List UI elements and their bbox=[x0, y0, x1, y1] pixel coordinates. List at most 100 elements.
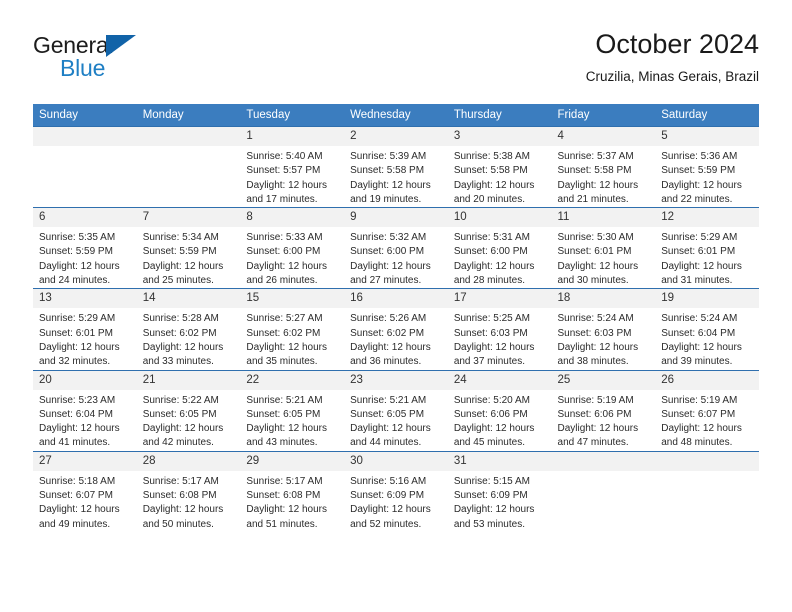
daylight-text: and 53 minutes. bbox=[453, 518, 525, 530]
calendar-day-cell[interactable]: 18 Sunrise: 5:24 AM Sunset: 6:03 PM Dayligh… bbox=[551, 288, 656, 371]
sunrise-text: Sunrise: 5:24 AM bbox=[661, 313, 738, 325]
day-details: Sunrise: 5:30 AM Sunset: 6:01 PM Daylight:… bbox=[552, 227, 656, 288]
day-details: Sunrise: 5:36 AM Sunset: 5:59 PM Daylight:… bbox=[655, 146, 759, 207]
daylight-text: and 52 minutes. bbox=[350, 518, 422, 530]
daylight-text: Daylight: 12 hours bbox=[39, 341, 120, 353]
daylight-text: and 31 minutes. bbox=[661, 275, 733, 287]
calendar-body: 1 Sunrise: 5:40 AM Sunset: 5:57 PM Daylight… bbox=[33, 125, 759, 532]
calendar-day-cell[interactable]: 14 Sunrise: 5:28 AM Sunset: 6:02 PM Dayligh… bbox=[136, 288, 241, 371]
calendar-day-cell[interactable]: 21 Sunrise: 5:22 AM Sunset: 6:05 PM Dayligh… bbox=[136, 369, 241, 452]
sunrise-sunset-calendar: Sunday Monday Tuesday Wednesday Thursday Frid… bbox=[33, 104, 759, 532]
calendar-day-cell[interactable]: 4 Sunrise: 5:37 AM Sunset: 5:58 PM Daylight… bbox=[551, 125, 656, 208]
daylight-text: and 49 minutes. bbox=[39, 518, 111, 530]
day-number: 11 bbox=[551, 208, 656, 228]
sunset-text: Sunset: 6:00 PM bbox=[350, 246, 425, 258]
day-number: 28 bbox=[136, 451, 241, 471]
calendar-day-cell[interactable]: 25 Sunrise: 5:19 AM Sunset: 6:06 PM Dayligh… bbox=[551, 369, 656, 452]
calendar-day-cell[interactable]: 28 Sunrise: 5:17 AM Sunset: 6:08 PM Dayligh… bbox=[136, 450, 241, 532]
calendar-day-cell[interactable]: 31 Sunrise: 5:15 AM Sunset: 6:09 PM Dayligh… bbox=[447, 450, 552, 532]
calendar-day-cell[interactable]: 8 Sunrise: 5:33 AM Sunset: 6:00 PM Daylight… bbox=[240, 207, 345, 289]
daylight-text: Daylight: 12 hours bbox=[453, 179, 535, 191]
day-number: 7 bbox=[136, 208, 241, 228]
calendar-day-cell[interactable]: 23 Sunrise: 5:21 AM Sunset: 6:05 PM Dayligh… bbox=[344, 369, 448, 452]
day-number: 8 bbox=[240, 208, 345, 228]
calendar-day-cell[interactable]: 20 Sunrise: 5:23 AM Sunset: 6:04 PM Dayligh… bbox=[33, 369, 137, 452]
daylight-text: Daylight: 12 hours bbox=[350, 504, 431, 516]
sunrise-text: Sunrise: 5:34 AM bbox=[142, 232, 219, 244]
calendar-day-cell[interactable]: 29 Sunrise: 5:17 AM Sunset: 6:08 PM Dayligh… bbox=[240, 450, 345, 532]
sunset-text: Sunset: 6:01 PM bbox=[557, 246, 632, 258]
calendar-day-cell[interactable]: 15 Sunrise: 5:27 AM Sunset: 6:02 PM Dayligh… bbox=[240, 288, 345, 371]
sunset-text: Sunset: 6:00 PM bbox=[246, 246, 321, 258]
day-details: Sunrise: 5:22 AM Sunset: 6:05 PM Daylight:… bbox=[137, 390, 241, 451]
daylight-text: Daylight: 12 hours bbox=[246, 260, 328, 272]
calendar-day-cell[interactable]: 26 Sunrise: 5:19 AM Sunset: 6:07 PM Dayligh… bbox=[655, 369, 759, 452]
calendar-day-cell[interactable]: 13 Sunrise: 5:29 AM Sunset: 6:01 PM Dayligh… bbox=[33, 288, 137, 371]
day-number: 19 bbox=[655, 289, 759, 309]
daylight-text: Daylight: 12 hours bbox=[39, 423, 120, 435]
calendar-day-cell[interactable]: 24 Sunrise: 5:20 AM Sunset: 6:06 PM Dayligh… bbox=[447, 369, 552, 452]
calendar-day-cell[interactable]: 7 Sunrise: 5:34 AM Sunset: 5:59 PM Daylight… bbox=[136, 207, 241, 289]
calendar-day-cell[interactable]: 17 Sunrise: 5:25 AM Sunset: 6:03 PM Dayligh… bbox=[447, 288, 552, 371]
sunset-text: Sunset: 6:01 PM bbox=[661, 246, 736, 258]
daylight-text: and 28 minutes. bbox=[453, 275, 525, 287]
calendar-day-cell[interactable]: 12 Sunrise: 5:29 AM Sunset: 6:01 PM Dayligh… bbox=[655, 207, 759, 289]
daylight-text: and 41 minutes. bbox=[39, 437, 111, 449]
sunset-text: Sunset: 6:07 PM bbox=[661, 408, 736, 420]
weekday-header-row: Sunday Monday Tuesday Wednesday Thursday Frid… bbox=[33, 104, 759, 127]
daylight-text: and 32 minutes. bbox=[39, 356, 111, 368]
daylight-text: Daylight: 12 hours bbox=[39, 260, 120, 272]
daylight-text: and 17 minutes. bbox=[246, 193, 318, 205]
day-details: Sunrise: 5:21 AM Sunset: 6:05 PM Daylight:… bbox=[240, 390, 344, 451]
calendar-day-cell[interactable]: 5 Sunrise: 5:36 AM Sunset: 5:59 PM Daylight… bbox=[655, 125, 759, 208]
calendar-day-cell[interactable]: 3 Sunrise: 5:38 AM Sunset: 5:58 PM Daylight… bbox=[447, 125, 552, 208]
day-number: 24 bbox=[447, 370, 552, 390]
sunrise-text: Sunrise: 5:30 AM bbox=[557, 232, 634, 244]
sunset-text: Sunset: 5:58 PM bbox=[453, 165, 528, 177]
calendar-day-cell[interactable]: 22 Sunrise: 5:21 AM Sunset: 6:05 PM Dayligh… bbox=[240, 369, 345, 452]
sunset-text: Sunset: 6:08 PM bbox=[142, 490, 217, 502]
calendar-day-cell[interactable]: 19 Sunrise: 5:24 AM Sunset: 6:04 PM Dayligh… bbox=[655, 288, 759, 371]
calendar-day-cell[interactable]: 1 Sunrise: 5:40 AM Sunset: 5:57 PM Daylight… bbox=[240, 125, 345, 208]
day-number: 3 bbox=[447, 127, 552, 146]
daylight-text: and 19 minutes. bbox=[350, 193, 422, 205]
day-number: 9 bbox=[344, 208, 448, 228]
calendar-header-row: Sunday Monday Tuesday Wednesday Thursday Frid… bbox=[33, 104, 759, 127]
daylight-text: and 37 minutes. bbox=[453, 356, 525, 368]
daylight-text: Daylight: 12 hours bbox=[661, 260, 742, 272]
calendar-day-cell[interactable]: 27 Sunrise: 5:18 AM Sunset: 6:07 PM Dayligh… bbox=[33, 450, 137, 532]
day-number: 18 bbox=[551, 289, 656, 309]
weekday-header-saturday: Saturday bbox=[655, 104, 759, 127]
day-details bbox=[655, 471, 759, 475]
sunset-text: Sunset: 6:05 PM bbox=[246, 408, 321, 420]
daylight-text: Daylight: 12 hours bbox=[557, 341, 639, 353]
day-details: Sunrise: 5:40 AM Sunset: 5:57 PM Daylight:… bbox=[240, 146, 344, 207]
sunset-text: Sunset: 6:03 PM bbox=[453, 327, 528, 339]
calendar-day-cell[interactable]: 6 Sunrise: 5:35 AM Sunset: 5:59 PM Daylight… bbox=[33, 207, 137, 289]
day-number bbox=[655, 451, 759, 471]
sunrise-text: Sunrise: 5:19 AM bbox=[661, 394, 738, 406]
sunrise-text: Sunrise: 5:15 AM bbox=[453, 475, 530, 487]
calendar-week-row: 6 Sunrise: 5:35 AM Sunset: 5:59 PM Daylight… bbox=[33, 207, 759, 289]
daylight-text: Daylight: 12 hours bbox=[661, 179, 742, 191]
day-details: Sunrise: 5:39 AM Sunset: 5:58 PM Daylight:… bbox=[344, 146, 448, 207]
day-number: 29 bbox=[240, 451, 345, 471]
calendar-day-cell[interactable]: 30 Sunrise: 5:16 AM Sunset: 6:09 PM Dayligh… bbox=[344, 450, 448, 532]
day-number: 26 bbox=[655, 370, 759, 390]
calendar-day-cell[interactable]: 11 Sunrise: 5:30 AM Sunset: 6:01 PM Dayligh… bbox=[551, 207, 656, 289]
sunset-text: Sunset: 5:59 PM bbox=[661, 165, 736, 177]
calendar-day-cell[interactable]: 16 Sunrise: 5:26 AM Sunset: 6:02 PM Dayligh… bbox=[344, 288, 448, 371]
calendar-day-cell[interactable]: 2 Sunrise: 5:39 AM Sunset: 5:58 PM Daylight… bbox=[344, 125, 448, 208]
day-number: 15 bbox=[240, 289, 345, 309]
sunset-text: Sunset: 6:02 PM bbox=[350, 327, 425, 339]
daylight-text: and 39 minutes. bbox=[661, 356, 733, 368]
day-details: Sunrise: 5:19 AM Sunset: 6:07 PM Daylight:… bbox=[655, 390, 759, 451]
logo-triangle-icon bbox=[106, 35, 136, 57]
sunrise-text: Sunrise: 5:40 AM bbox=[246, 151, 323, 162]
daylight-text: and 48 minutes. bbox=[661, 437, 733, 449]
calendar-day-cell[interactable]: 10 Sunrise: 5:31 AM Sunset: 6:00 PM Dayligh… bbox=[447, 207, 552, 289]
daylight-text: and 22 minutes. bbox=[661, 193, 733, 205]
calendar-day-cell[interactable]: 9 Sunrise: 5:32 AM Sunset: 6:00 PM Daylight… bbox=[344, 207, 448, 289]
calendar-day-cell-empty bbox=[136, 125, 241, 208]
daylight-text: and 42 minutes. bbox=[142, 437, 214, 449]
